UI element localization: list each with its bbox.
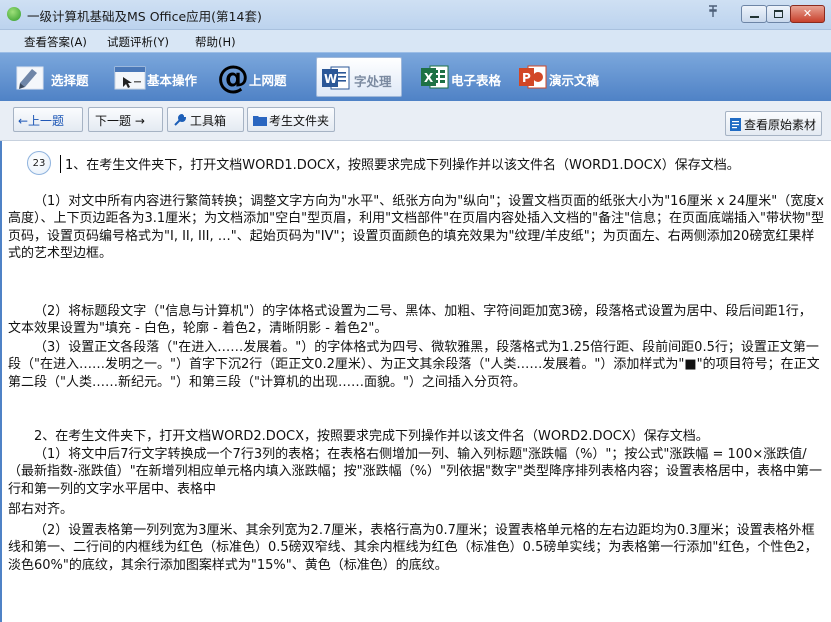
next-question-button[interactable]: 下一题 → (88, 107, 163, 132)
wrench-icon (173, 113, 187, 130)
powerpoint-icon: P (518, 64, 548, 94)
toolbar: ←上一题 下一题 → 工具箱 考生文件夹 查看原始素材 (0, 101, 831, 141)
tab-label: 电子表格 (451, 73, 502, 88)
word-icon: W (321, 65, 351, 95)
folder-icon (253, 114, 267, 129)
menu-help[interactable]: 帮助(H) (195, 34, 236, 50)
tab-powerpoint[interactable]: P 演示文稿 (518, 57, 610, 97)
svg-text:@: @ (217, 60, 249, 94)
svg-text:P: P (522, 71, 531, 85)
tab-label: 演示文稿 (549, 73, 600, 88)
tab-label: 上网题 (249, 73, 287, 88)
tab-excel[interactable]: X 电子表格 (420, 57, 510, 97)
app-window: 一级计算机基础及MS Office应用(第14套) ✕ 查看答案(A) 试题评析… (0, 0, 831, 622)
menu-view-answer[interactable]: 查看答案(A) (24, 34, 87, 50)
tab-label: 基本操作 (147, 73, 198, 88)
paragraph-word2-intro: 2、在考生文件夹下，打开文档WORD2.DOCX，按照要求完成下列操作并以该文件… (34, 429, 709, 444)
tab-basic-ops[interactable]: 基本操作 (114, 57, 210, 97)
tab-word[interactable]: W 字处理 (316, 57, 402, 97)
toolbox-button[interactable]: 工具箱 (167, 107, 244, 132)
title-bar[interactable]: 一级计算机基础及MS Office应用(第14套) ✕ (0, 0, 831, 30)
minimize-button[interactable] (741, 5, 767, 23)
pin-icon[interactable] (706, 4, 720, 22)
menu-question-analysis[interactable]: 试题评析(Y) (107, 34, 169, 50)
app-logo-icon (7, 7, 21, 21)
paragraph-word2-step1: （1）将文中后7行文字转换成一个7行3列的表格；在表格右侧增加一列、输入列标题"… (8, 447, 822, 497)
question-type-tabs: 选择题 基本操作 @ 上网题 W 字处理 X 电子表格 P 演示文稿 (0, 52, 831, 102)
maximize-button[interactable] (766, 5, 791, 23)
tab-choice[interactable]: 选择题 (14, 57, 96, 97)
paragraph-word1-step1: （1）对文中所有内容进行繁简转换；调整文字方向为"水平"、纸张方向为"纵向"；设… (8, 194, 825, 261)
tab-label: 字处理 (354, 74, 392, 89)
tab-label: 选择题 (51, 73, 89, 88)
choice-icon (16, 63, 46, 95)
maximize-icon (774, 10, 783, 18)
prev-question-button[interactable]: ←上一题 (13, 107, 83, 132)
minimize-icon (750, 16, 759, 18)
internet-at-icon: @ (216, 58, 252, 98)
close-button[interactable]: ✕ (790, 5, 825, 23)
basic-ops-icon (114, 65, 148, 95)
svg-text:X: X (424, 71, 434, 85)
candidate-folder-button[interactable]: 考生文件夹 (247, 107, 335, 132)
paragraph-word2-step1-cont: 部右对齐。 (8, 502, 74, 517)
svg-text:W: W (324, 72, 337, 86)
tab-internet[interactable]: @ 上网题 (216, 57, 300, 97)
paragraph-word2-step2: （2）设置表格第一列列宽为3厘米、其余列宽为2.7厘米，表格行高为0.7厘米；设… (8, 523, 818, 573)
paragraph-word1-intro: 1、在考生文件夹下，打开文档WORD1.DOCX，按照要求完成下列操作并以该文件… (65, 158, 740, 173)
excel-icon: X (420, 64, 450, 94)
close-icon: ✕ (802, 7, 813, 20)
menu-bar: 查看答案(A) 试题评析(Y) 帮助(H) (0, 30, 831, 52)
view-source-material-button[interactable]: 查看原始素材 (725, 111, 822, 136)
paragraph-word1-step2: （2）将标题段文字（"信息与计算机"）的字体格式设置为二号、黑体、加粗、字符间距… (8, 304, 812, 337)
window-title: 一级计算机基础及MS Office应用(第14套) (27, 9, 262, 24)
paragraph-word1-step3: （3）设置正文各段落（"在进入……发展着。"）的字体格式为四号、微软雅黑，段落格… (8, 340, 820, 390)
document-icon (730, 118, 742, 134)
